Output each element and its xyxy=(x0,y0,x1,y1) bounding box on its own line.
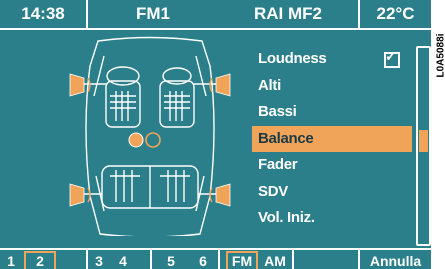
preset-button-6[interactable]: 6 xyxy=(192,250,214,269)
preset-button-1[interactable]: 1 xyxy=(0,250,22,269)
speaker-rear-left-icon xyxy=(69,183,85,207)
menu-item-sdv[interactable]: SDV xyxy=(252,179,412,206)
speaker-front-right-icon xyxy=(215,73,231,97)
menu-item-label: SDV xyxy=(258,182,288,200)
speaker-front-left-icon xyxy=(69,73,85,97)
front-right-seat xyxy=(159,80,195,128)
menu-item-vol-iniz[interactable]: Vol. Iniz. xyxy=(252,205,412,232)
menu-item-label: Fader xyxy=(258,156,298,173)
preset-button-3[interactable]: 3 xyxy=(88,250,110,269)
front-left-seat xyxy=(105,80,141,128)
divider xyxy=(150,250,152,269)
menu-item-label: Vol. Iniz. xyxy=(258,209,315,226)
menu-item-bassi[interactable]: Bassi xyxy=(252,99,412,126)
menu-item-alti[interactable]: Alti xyxy=(252,73,412,100)
menu-scrollbar[interactable] xyxy=(416,46,431,246)
preset-button-2[interactable]: 2 xyxy=(24,250,56,269)
band-button-fm[interactable]: FM xyxy=(226,250,258,269)
divider xyxy=(292,250,294,269)
speaker-rear-right-icon xyxy=(215,183,231,207)
loudness-checkbox[interactable]: ✓ xyxy=(384,48,400,68)
scrollbar-thumb[interactable] xyxy=(419,130,428,152)
menu-item-label: Bassi xyxy=(258,103,297,120)
balance-center-marker xyxy=(145,132,161,148)
divider xyxy=(218,250,220,269)
preset-button-4[interactable]: 4 xyxy=(112,250,134,269)
balance-position-indicator xyxy=(128,132,144,148)
station-name: RAI MF2 xyxy=(254,4,322,23)
preset-button-5[interactable]: 5 xyxy=(160,250,182,269)
menu-item-label: Balance xyxy=(258,129,314,147)
menu-item-label: Loudness xyxy=(258,50,327,67)
audio-settings-menu: Loudness ✓ Alti Bassi Balance Fader SDV … xyxy=(252,46,412,232)
bottom-bar: 1 2 3 4 5 6 FM AM Annulla xyxy=(0,248,431,269)
radio-band: FM1 xyxy=(136,4,170,23)
menu-item-fader[interactable]: Fader xyxy=(252,152,412,179)
band-button-am[interactable]: AM xyxy=(262,250,288,269)
check-icon: ✓ xyxy=(385,48,397,64)
menu-item-loudness[interactable]: Loudness ✓ xyxy=(252,46,412,73)
outside-temperature: 22°C xyxy=(376,4,415,23)
cancel-button[interactable]: Annulla xyxy=(360,250,431,269)
radio-screen: 14:38 FM1 RAI MF2 22°C Loudness ✓ Alti B… xyxy=(0,0,431,269)
car-interior-diagram xyxy=(69,36,231,236)
clock: 14:38 xyxy=(21,4,65,23)
status-bar: 14:38 FM1 RAI MF2 22°C xyxy=(0,0,431,30)
menu-item-balance[interactable]: Balance xyxy=(252,125,412,152)
figure-code: L0A5088i xyxy=(431,2,445,82)
menu-item-label: Alti xyxy=(258,76,281,94)
figure-code-text: L0A5088i xyxy=(435,33,445,78)
